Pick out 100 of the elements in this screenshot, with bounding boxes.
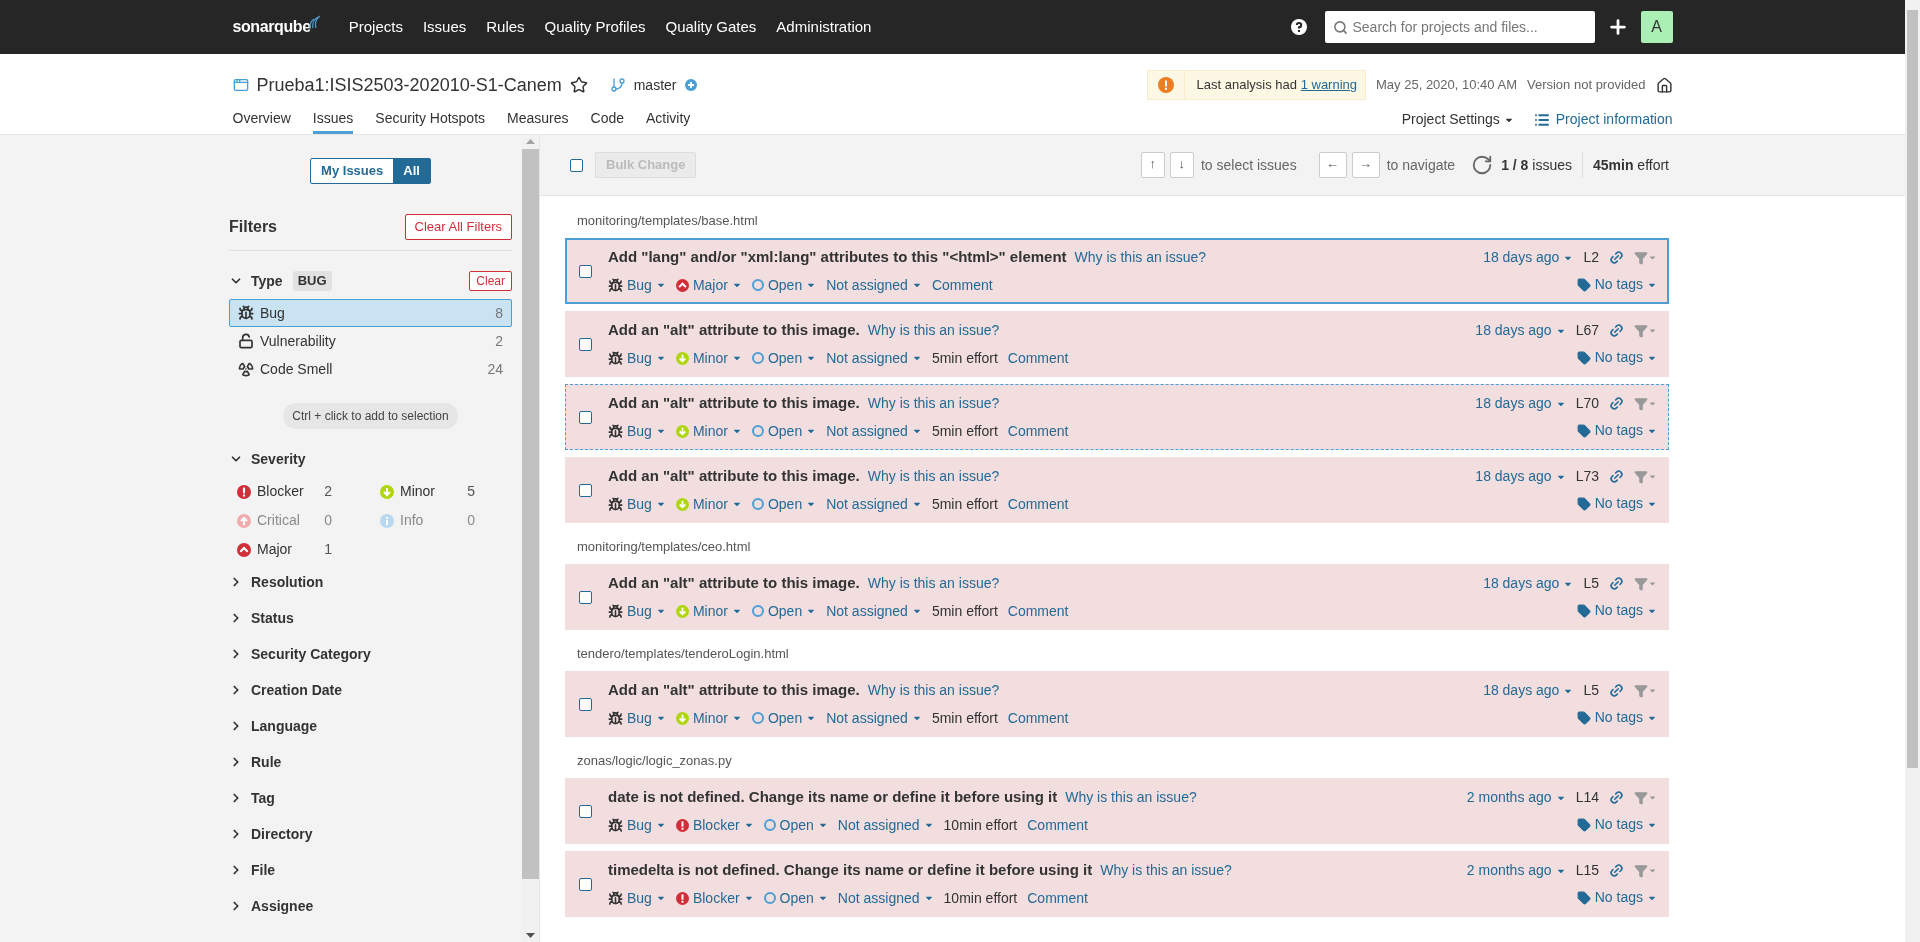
facet-toggle[interactable]: Type bbox=[229, 270, 283, 292]
issues-toggle[interactable]: All bbox=[393, 159, 430, 183]
status-dropdown[interactable]: Open bbox=[751, 707, 817, 729]
comment-link[interactable]: Comment bbox=[1027, 814, 1088, 836]
logo[interactable]: sonarqube bbox=[232, 15, 311, 39]
tags-dropdown[interactable]: No tags bbox=[1576, 814, 1657, 835]
tags-dropdown[interactable]: No tags bbox=[1576, 887, 1657, 908]
severity-dropdown[interactable]: Minor bbox=[675, 493, 742, 515]
status-dropdown[interactable]: Open bbox=[751, 493, 817, 515]
status-dropdown[interactable]: Open bbox=[763, 814, 828, 836]
assignee-dropdown[interactable]: Not assigned bbox=[826, 493, 922, 515]
facet-toggle[interactable]: Resolution bbox=[229, 571, 324, 593]
project-tab[interactable]: Security Hotspots bbox=[375, 108, 486, 134]
checkbox[interactable] bbox=[570, 158, 583, 172]
facet-toggle[interactable]: Assignee bbox=[229, 895, 314, 917]
nav-link[interactable]: Quality Gates bbox=[655, 15, 767, 39]
facet-item[interactable]: Bug 8 bbox=[229, 299, 512, 327]
nav-link[interactable]: Rules bbox=[476, 15, 535, 39]
status-dropdown[interactable]: Open bbox=[751, 420, 817, 442]
project-tab[interactable]: Overview bbox=[232, 108, 291, 134]
severity-dropdown[interactable]: Minor bbox=[675, 707, 742, 729]
type-dropdown[interactable]: Bug bbox=[608, 347, 666, 369]
why-link[interactable]: Why is this an issue? bbox=[1065, 787, 1197, 809]
checkbox[interactable] bbox=[579, 697, 592, 711]
issue-card[interactable]: Add an "alt" attribute to this image. Why is this an issue? Bug Minor Open Not assigned 5min effort Comment 18 days ago L5 No tags bbox=[565, 564, 1669, 630]
assignee-dropdown[interactable]: Not assigned bbox=[837, 814, 934, 836]
checkbox[interactable] bbox=[579, 483, 592, 497]
status-dropdown[interactable]: Open bbox=[763, 887, 828, 909]
comment-link[interactable]: Comment bbox=[1007, 600, 1069, 622]
comment-link[interactable]: Comment bbox=[931, 274, 993, 296]
facet-toggle[interactable]: Directory bbox=[229, 823, 313, 845]
issue-message[interactable]: Add an "alt" attribute to this image. bbox=[608, 679, 860, 702]
type-dropdown[interactable]: Bug bbox=[608, 707, 666, 729]
severity-dropdown[interactable]: Major bbox=[675, 274, 742, 296]
issue-message[interactable]: timedelta is not defined. Change its name or define it before using it bbox=[608, 859, 1093, 882]
type-dropdown[interactable]: Bug bbox=[608, 814, 666, 836]
age-dropdown[interactable]: 18 days ago bbox=[1483, 247, 1574, 268]
age-dropdown[interactable]: 18 days ago bbox=[1475, 320, 1566, 341]
severity-dropdown[interactable]: Minor bbox=[675, 420, 742, 442]
page-scrollbar[interactable] bbox=[1905, 0, 1920, 942]
checkbox[interactable] bbox=[579, 410, 592, 424]
type-dropdown[interactable]: Bug bbox=[608, 493, 666, 515]
why-link[interactable]: Why is this an issue? bbox=[1100, 860, 1232, 882]
project-tab[interactable]: Code bbox=[590, 108, 624, 134]
status-dropdown[interactable]: Open bbox=[751, 347, 817, 369]
why-link[interactable]: Why is this an issue? bbox=[867, 573, 1000, 595]
facet-item[interactable]: Minor 5 bbox=[372, 477, 507, 506]
checkbox[interactable] bbox=[579, 337, 592, 351]
checkbox[interactable] bbox=[579, 804, 592, 818]
comment-link[interactable]: Comment bbox=[1007, 707, 1069, 729]
reload-icon[interactable] bbox=[1471, 154, 1494, 176]
project-tab[interactable]: Activity bbox=[646, 108, 691, 134]
star-icon[interactable] bbox=[569, 76, 588, 94]
facet-toggle[interactable]: Creation Date bbox=[229, 679, 343, 701]
assignee-dropdown[interactable]: Not assigned bbox=[826, 274, 922, 296]
issue-message[interactable]: Add an "alt" attribute to this image. bbox=[608, 392, 860, 415]
nav-link[interactable]: Quality Profiles bbox=[534, 15, 656, 39]
issue-card[interactable]: timedelta is not defined. Change its name or define it before using it Why is this an issue? Bug Blocker Open Not assigned 10min effort Comment 2 months ago L15 No tags bbox=[565, 851, 1669, 917]
tags-dropdown[interactable]: No tags bbox=[1576, 493, 1657, 514]
issues-toggle[interactable]: My Issues bbox=[311, 159, 394, 183]
assignee-dropdown[interactable]: Not assigned bbox=[826, 600, 922, 622]
issue-card[interactable]: Add an "alt" attribute to this image. Why is this an issue? Bug Minor Open Not assigned 5min effort Comment 18 days ago L5 No tags bbox=[565, 671, 1669, 737]
comment-link[interactable]: Comment bbox=[1007, 420, 1069, 442]
nav-link[interactable]: Projects bbox=[338, 15, 413, 39]
facet-toggle[interactable]: Rule bbox=[229, 751, 282, 773]
tags-dropdown[interactable]: No tags bbox=[1576, 274, 1657, 295]
comment-link[interactable]: Comment bbox=[1007, 493, 1069, 515]
facet-item[interactable]: Vulnerability 2 bbox=[229, 327, 512, 355]
age-dropdown[interactable]: 2 months ago bbox=[1466, 787, 1566, 808]
why-link[interactable]: Why is this an issue? bbox=[867, 466, 1000, 488]
facet-toggle[interactable]: Language bbox=[229, 715, 318, 737]
search-field[interactable]: Search for projects and files... bbox=[1324, 11, 1595, 43]
issue-message[interactable]: Add "lang" and/or "xml:lang" attributes to this "<html>" element bbox=[608, 246, 1067, 269]
issue-message[interactable]: Add an "alt" attribute to this image. bbox=[608, 465, 860, 488]
comment-link[interactable]: Comment bbox=[1007, 347, 1069, 369]
issue-card[interactable]: date is not defined. Change its name or define it before using it Why is this an issue? Bug Blocker Open Not assigned 10min effort Comment 2 months ago L14 No tags bbox=[565, 778, 1669, 844]
nav-link[interactable]: Administration bbox=[766, 15, 882, 39]
status-dropdown[interactable]: Open bbox=[751, 274, 817, 296]
home-icon[interactable] bbox=[1655, 76, 1673, 94]
checkbox[interactable] bbox=[579, 590, 592, 604]
project-name[interactable]: Prueba1:ISIS2503-202010-S1-Canem bbox=[256, 71, 562, 99]
age-dropdown[interactable]: 18 days ago bbox=[1475, 466, 1566, 487]
plus-circle-icon[interactable] bbox=[684, 79, 697, 91]
assignee-dropdown[interactable]: Not assigned bbox=[837, 887, 934, 909]
type-dropdown[interactable]: Bug bbox=[608, 274, 666, 296]
assignee-dropdown[interactable]: Not assigned bbox=[826, 347, 922, 369]
age-dropdown[interactable]: 18 days ago bbox=[1483, 680, 1574, 701]
tags-dropdown[interactable]: No tags bbox=[1576, 420, 1657, 441]
severity-dropdown[interactable]: Minor bbox=[675, 600, 742, 622]
facet-item[interactable]: Blocker 2 bbox=[229, 477, 364, 506]
why-link[interactable]: Why is this an issue? bbox=[867, 393, 1000, 415]
facet-toggle[interactable]: Security Category bbox=[229, 643, 371, 665]
issue-message[interactable]: date is not defined. Change its name or define it before using it bbox=[608, 786, 1058, 809]
facet-item[interactable]: Major 1 bbox=[229, 535, 364, 564]
project-information-link[interactable]: Project information bbox=[1533, 109, 1673, 130]
clear-button[interactable]: Clear bbox=[469, 271, 512, 291]
issue-card[interactable]: Add "lang" and/or "xml:lang" attributes to this "<html>" element Why is this an issue? Bug Major Open Not assigned Comment 18 days ago L2 No tags bbox=[565, 238, 1669, 304]
checkbox[interactable] bbox=[579, 877, 592, 891]
assignee-dropdown[interactable]: Not assigned bbox=[826, 420, 922, 442]
checkbox[interactable] bbox=[579, 264, 592, 278]
